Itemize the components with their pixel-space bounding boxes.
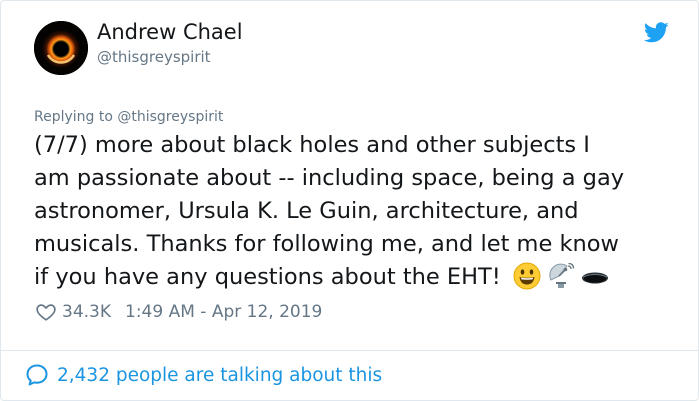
- heart-icon[interactable]: [35, 301, 57, 323]
- twitter-bird-icon[interactable]: [644, 22, 669, 43]
- speech-bubble-icon: [26, 364, 48, 386]
- tweet-line: if you have any questions about the EHT!: [34, 264, 501, 290]
- tweet-timestamp[interactable]: 1:49 AM - Apr 12, 2019: [125, 302, 322, 322]
- tweet-line: musicals. Thanks for following me, and l…: [34, 231, 619, 257]
- tweet-meta: 34.3K 1:49 AM - Apr 12, 2019: [35, 300, 322, 324]
- tweet-line-last: if you have any questions about the EHT!: [34, 261, 659, 294]
- like-count[interactable]: 34.3K: [62, 302, 111, 322]
- divider: [1, 350, 698, 351]
- conversation-link[interactable]: 2,432 people are talking about this: [25, 362, 382, 388]
- tweet-line: astronomer, Ursula K. Le Guin, architect…: [34, 198, 579, 224]
- tweet-line: (7/7) more about black holes and other s…: [34, 132, 590, 158]
- author-handle[interactable]: @thisgreyspirit: [97, 48, 211, 66]
- avatar[interactable]: [34, 21, 88, 75]
- black-hole-avatar-image: [34, 21, 88, 75]
- tweet-line: am passionate about -- including space, …: [34, 165, 625, 191]
- hole-emoji-icon: [581, 262, 609, 290]
- tweet-card: Andrew Chael @thisgreyspirit Replying to…: [0, 0, 699, 401]
- replying-to[interactable]: Replying to @thisgreyspirit: [34, 109, 223, 125]
- tweet-text: (7/7) more about black holes and other s…: [34, 129, 659, 294]
- conversation-label[interactable]: 2,432 people are talking about this: [57, 365, 382, 386]
- grinning-face-emoji-icon: [513, 262, 541, 290]
- satellite-antenna-emoji-icon: [547, 262, 575, 290]
- author-name[interactable]: Andrew Chael: [97, 20, 243, 44]
